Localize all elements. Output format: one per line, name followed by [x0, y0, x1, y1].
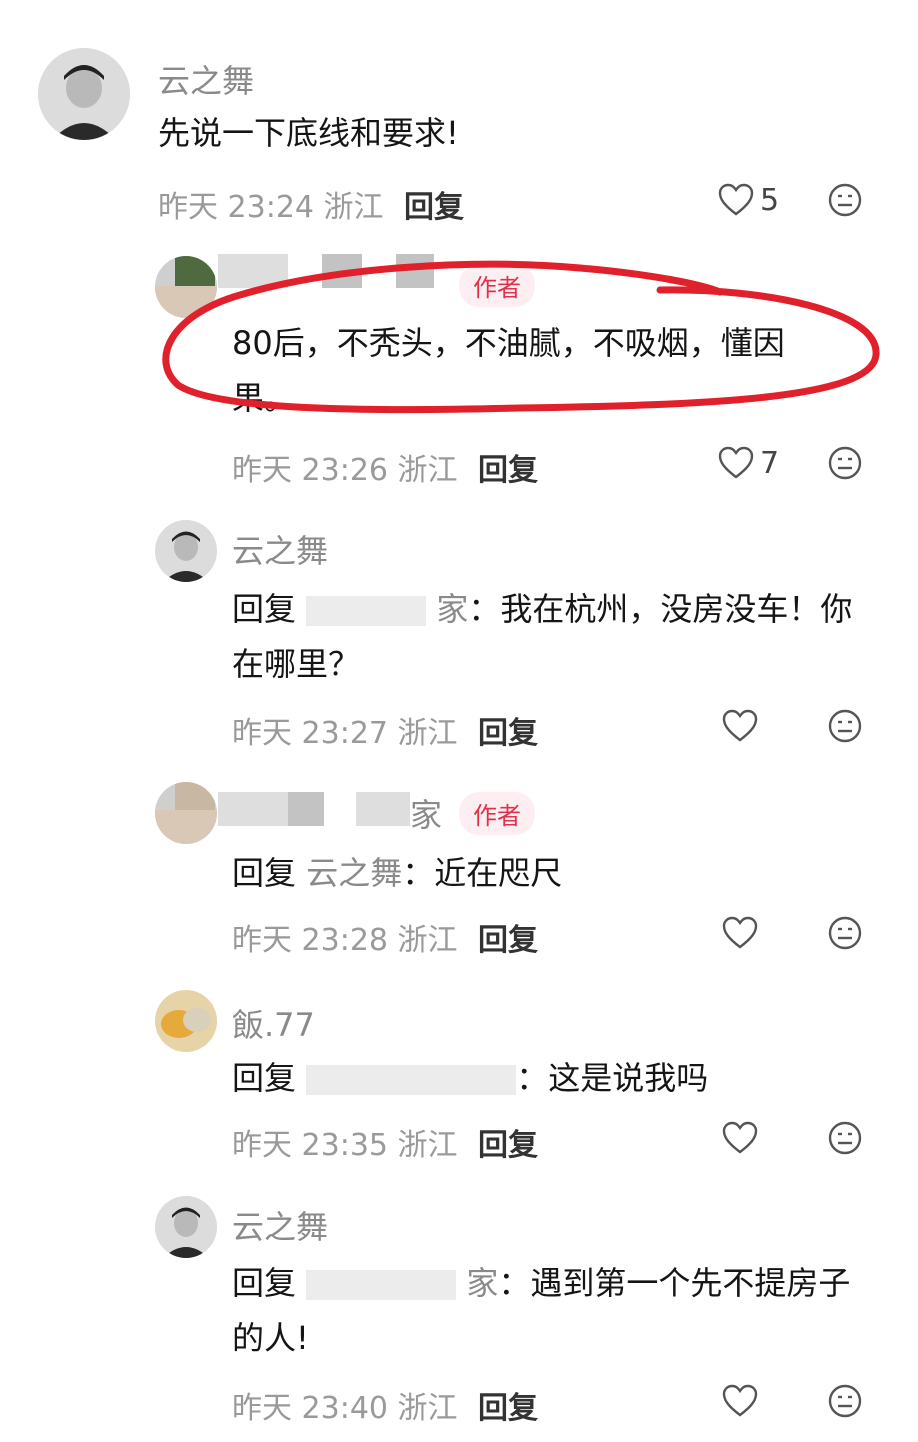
- comment-meta: 昨天 23:40 浙江: [232, 1383, 458, 1427]
- reply-target[interactable]: 家: [466, 1264, 498, 1302]
- location: 浙江: [397, 923, 458, 958]
- avatar[interactable]: [155, 256, 217, 318]
- reply-button[interactable]: 回复: [404, 182, 464, 226]
- comment-text: 回复 云之舞：近在咫尺: [232, 854, 563, 892]
- username[interactable]: 云之舞: [232, 1202, 328, 1248]
- avatar[interactable]: [38, 48, 130, 140]
- author-tag: 作者: [459, 792, 535, 835]
- reply-text: 这是说我吗: [548, 1059, 709, 1097]
- comment-text: 回复 家：遇到第一个先不提房子的人!: [232, 1264, 851, 1357]
- comment-text: 回复 家：我在杭州，没房没车！你在哪里？: [232, 590, 853, 683]
- author-tag: 作者: [459, 264, 535, 307]
- heart-outline-icon: [722, 916, 758, 949]
- reply-button[interactable]: 回复: [478, 1383, 538, 1427]
- redacted-name: [218, 254, 288, 288]
- timestamp: 昨天 23:40: [232, 1391, 388, 1426]
- location: 浙江: [397, 453, 458, 488]
- reply-text: 近在咫尺: [434, 854, 563, 892]
- like-count: 7: [760, 445, 780, 481]
- reply-button[interactable]: 回复: [478, 445, 538, 489]
- avatar[interactable]: [155, 520, 217, 582]
- comment-meta: 昨天 23:26 浙江: [232, 445, 458, 489]
- like-button[interactable]: 7: [718, 443, 779, 483]
- heart-outline-icon: [718, 446, 754, 479]
- reply-button[interactable]: 回复: [478, 708, 538, 752]
- timestamp: 昨天 23:24: [158, 190, 314, 225]
- neutral-face-icon[interactable]: [828, 709, 862, 743]
- heart-outline-icon: [722, 1384, 758, 1417]
- heart-outline-icon: [722, 1121, 758, 1154]
- comment-meta: 昨天 23:27 浙江: [232, 708, 458, 752]
- reply-prefix: 回复: [232, 1059, 297, 1097]
- timestamp: 昨天 23:26: [232, 453, 388, 488]
- neutral-face-icon[interactable]: [828, 446, 862, 480]
- avatar-image: [155, 520, 217, 582]
- redacted-name: [306, 1065, 517, 1095]
- comment-meta: 昨天 23:35 浙江: [232, 1120, 458, 1164]
- like-button[interactable]: [722, 913, 758, 953]
- like-button[interactable]: [722, 1118, 758, 1158]
- like-button[interactable]: [722, 1381, 758, 1421]
- location: 浙江: [397, 1128, 458, 1163]
- avatar[interactable]: [155, 782, 217, 844]
- location: 浙江: [397, 1391, 458, 1426]
- neutral-face-icon[interactable]: [828, 1384, 862, 1418]
- reply-target[interactable]: 家: [436, 590, 468, 628]
- redacted-name: [356, 792, 410, 826]
- like-count: 5: [760, 182, 780, 218]
- avatar[interactable]: [155, 1196, 217, 1258]
- avatar-image: [38, 48, 130, 140]
- comment-meta: 昨天 23:28 浙江: [232, 915, 458, 959]
- avatar-image: [155, 990, 217, 1052]
- neutral-face-icon[interactable]: [828, 183, 862, 217]
- location: 浙江: [323, 190, 384, 225]
- username[interactable]: 飯.77: [232, 1000, 315, 1046]
- redacted-name: [306, 596, 427, 626]
- reply-prefix: 回复: [232, 854, 297, 892]
- comment-text: 80后，不秃头，不油腻，不吸烟，懂因果。: [232, 324, 785, 417]
- reply-target[interactable]: 云之舞: [306, 854, 402, 892]
- comment-text: 先说一下底线和要求!: [158, 114, 459, 152]
- reply-prefix: 回复: [232, 1264, 297, 1302]
- redacted-name: [218, 792, 288, 826]
- redacted-name: [288, 792, 324, 826]
- timestamp: 昨天 23:28: [232, 923, 388, 958]
- reply-button[interactable]: 回复: [478, 915, 538, 959]
- avatar-image: [155, 1196, 217, 1258]
- redacted-name: [322, 254, 362, 288]
- avatar[interactable]: [155, 990, 217, 1052]
- reply-prefix: 回复: [232, 590, 297, 628]
- like-button[interactable]: 5: [718, 180, 779, 220]
- like-button[interactable]: [722, 706, 758, 746]
- comment-text: 回复 ：这是说我吗: [232, 1059, 709, 1097]
- neutral-face-icon[interactable]: [828, 916, 862, 950]
- neutral-face-icon[interactable]: [828, 1121, 862, 1155]
- redacted-name: [396, 254, 434, 288]
- redacted-name: [306, 1270, 457, 1300]
- username[interactable]: 家: [410, 790, 442, 836]
- avatar-image: [155, 782, 217, 844]
- username[interactable]: 云之舞: [158, 56, 254, 102]
- avatar-image: [155, 256, 217, 318]
- timestamp: 昨天 23:35: [232, 1128, 388, 1163]
- reply-button[interactable]: 回复: [478, 1120, 538, 1164]
- username[interactable]: 云之舞: [232, 526, 328, 572]
- timestamp: 昨天 23:27: [232, 716, 388, 751]
- location: 浙江: [397, 716, 458, 751]
- heart-outline-icon: [718, 183, 754, 216]
- comment-meta: 昨天 23:24 浙江: [158, 182, 384, 226]
- heart-outline-icon: [722, 709, 758, 742]
